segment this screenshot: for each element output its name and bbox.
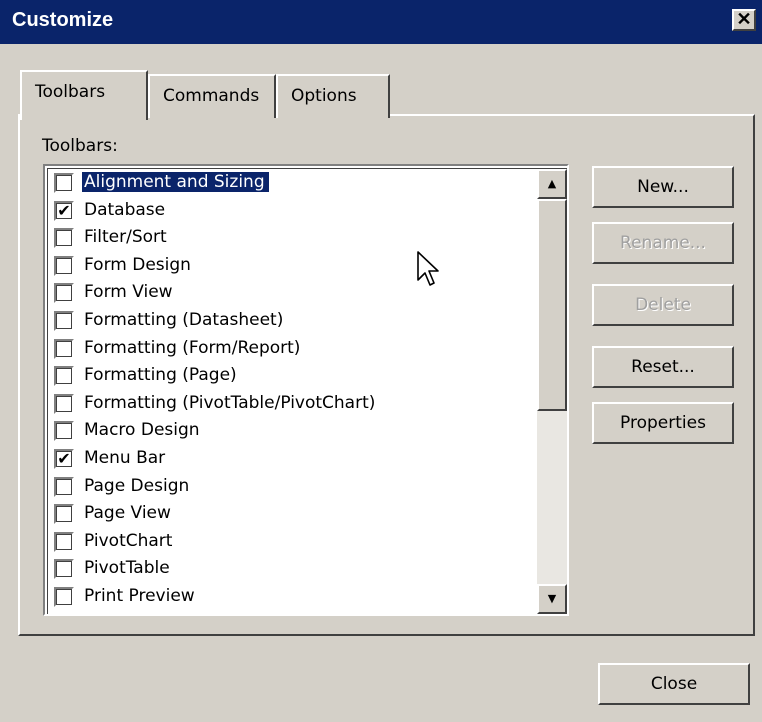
toolbar-label: Formatting (PivotTable/PivotChart): [84, 392, 376, 413]
tab-commands-label: Commands: [163, 86, 260, 106]
tab-options-label: Options: [291, 86, 357, 106]
list-item[interactable]: Formatting (PivotTable/PivotChart): [52, 391, 532, 418]
scroll-thumb[interactable]: [537, 199, 567, 411]
toolbars-listbox[interactable]: Alignment and Sizing ✔ Database Filter/Sort…: [43, 164, 569, 616]
toolbar-label: Macro Design: [84, 420, 200, 441]
toolbar-checkbox[interactable]: [54, 255, 74, 276]
toolbar-checkbox[interactable]: [54, 531, 74, 552]
toolbar-label: Formatting (Form/Report): [84, 337, 301, 358]
toolbar-label: Alignment and Sizing: [82, 172, 269, 192]
toolbar-label: PivotChart: [84, 530, 173, 551]
list-item[interactable]: Formatting (Form/Report): [52, 336, 532, 363]
toolbar-checkbox[interactable]: [54, 311, 74, 331]
toolbars-list-label: Toolbars:: [42, 136, 118, 156]
list-item[interactable]: Page View: [52, 501, 532, 528]
list-item[interactable]: PivotTable: [52, 556, 532, 583]
vertical-scrollbar[interactable]: ▲ ▼: [537, 169, 567, 614]
delete-button-label: Delete: [635, 295, 691, 315]
customize-dialog: Customize ✕ Toolbars Commands Options To…: [0, 0, 762, 722]
tab-commands[interactable]: Commands: [148, 74, 276, 118]
reset-button[interactable]: Reset...: [592, 346, 734, 388]
toolbar-checkbox[interactable]: ✔: [54, 200, 74, 221]
toolbar-label: Print Preview: [84, 586, 195, 606]
scroll-up-icon[interactable]: ▲: [537, 169, 567, 199]
list-item[interactable]: PivotChart: [52, 529, 532, 556]
window-title: Customize: [12, 9, 114, 31]
toolbar-checkbox[interactable]: [54, 366, 74, 387]
list-item[interactable]: Filter/Sort: [52, 225, 532, 252]
toolbar-label: Page View: [84, 503, 171, 524]
title-bar[interactable]: Customize ✕: [0, 0, 762, 44]
toolbar-checkbox[interactable]: ✔: [54, 449, 74, 469]
rename-button-label: Rename...: [620, 233, 706, 253]
toolbars-list: Alignment and Sizing ✔ Database Filter/Sort…: [47, 168, 567, 614]
new-button[interactable]: New...: [592, 166, 734, 208]
toolbar-checkbox[interactable]: [54, 559, 74, 580]
toolbar-checkbox[interactable]: [54, 283, 74, 304]
toolbar-checkbox[interactable]: [54, 587, 74, 607]
toolbar-checkbox[interactable]: [54, 173, 74, 193]
mouse-cursor-icon: [417, 251, 439, 286]
list-item[interactable]: Macro Design: [52, 418, 532, 445]
scroll-down-icon[interactable]: ▼: [537, 584, 567, 614]
close-icon[interactable]: ✕: [732, 9, 756, 31]
list-item[interactable]: ✔ Menu Bar: [52, 446, 532, 473]
toolbar-checkbox[interactable]: [54, 338, 74, 359]
reset-button-label: Reset...: [631, 357, 695, 377]
toolbar-label: Form View: [84, 282, 173, 303]
properties-button-label: Properties: [620, 413, 706, 433]
list-item[interactable]: ✔ Database: [52, 198, 532, 225]
toolbar-label: Form Design: [84, 254, 191, 275]
toolbar-label: Database: [84, 199, 166, 220]
tab-options[interactable]: Options: [276, 74, 390, 118]
toolbar-label: Menu Bar: [84, 448, 166, 468]
list-item[interactable]: Alignment and Sizing: [52, 170, 532, 197]
properties-button[interactable]: Properties: [592, 402, 734, 444]
list-item[interactable]: Formatting (Page): [52, 363, 532, 390]
delete-button[interactable]: Delete: [592, 284, 734, 326]
toolbar-label: PivotTable: [84, 558, 170, 579]
toolbar-label: Filter/Sort: [84, 227, 167, 248]
toolbar-label: Formatting (Page): [84, 365, 237, 386]
close-button-label: Close: [650, 674, 698, 694]
list-item[interactable]: Form Design: [52, 253, 532, 280]
new-button-label: New...: [637, 177, 689, 197]
list-item[interactable]: Print Preview: [52, 584, 532, 611]
tab-toolbars[interactable]: Toolbars: [20, 70, 148, 120]
toolbar-label: Page Design: [84, 475, 190, 496]
tab-toolbars-label: Toolbars: [35, 82, 106, 102]
list-item[interactable]: Form View: [52, 280, 532, 307]
rename-button[interactable]: Rename...: [592, 222, 734, 264]
list-item[interactable]: Formatting (Datasheet): [52, 308, 532, 335]
toolbar-checkbox[interactable]: [54, 504, 74, 525]
toolbar-label: Formatting (Datasheet): [84, 310, 284, 330]
toolbar-checkbox[interactable]: [54, 476, 74, 497]
toolbar-checkbox[interactable]: [54, 421, 74, 442]
close-button[interactable]: Close: [598, 663, 750, 705]
toolbar-checkbox[interactable]: [54, 228, 74, 249]
toolbar-checkbox[interactable]: [54, 393, 74, 414]
list-item[interactable]: Page Design: [52, 474, 532, 501]
